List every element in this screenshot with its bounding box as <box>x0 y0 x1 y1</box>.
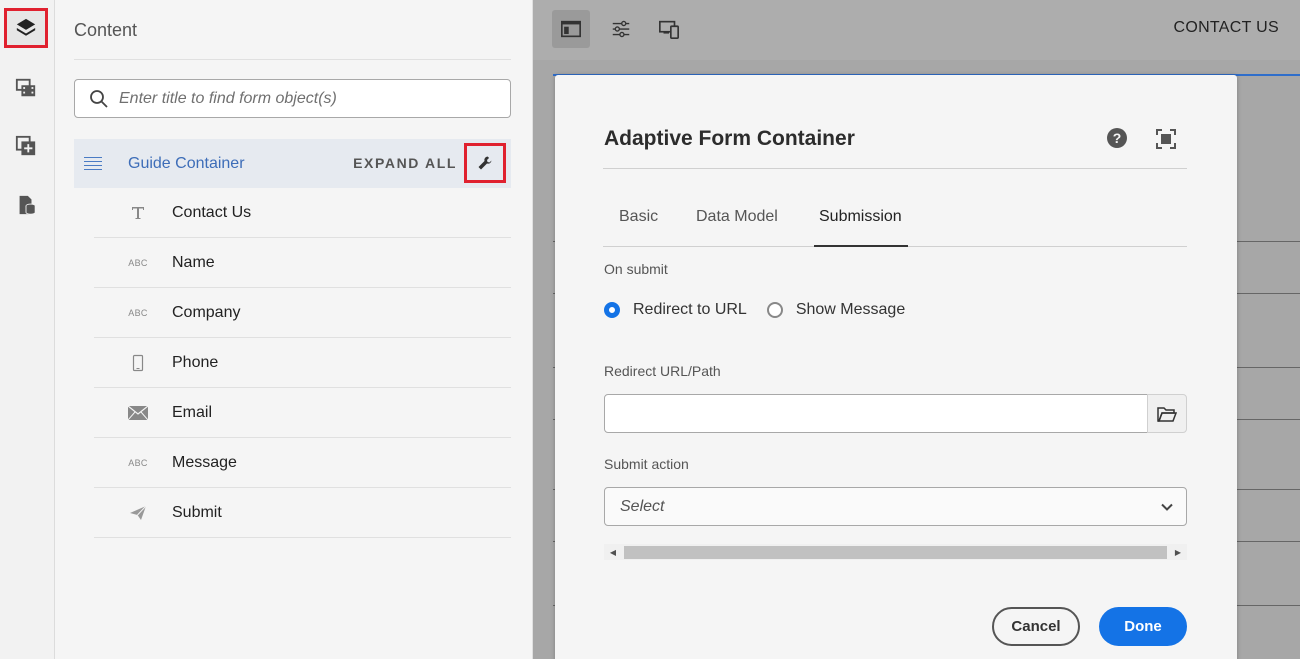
tab-data-model[interactable]: Data Model <box>696 208 778 226</box>
devices-icon <box>659 20 679 39</box>
dialog-title: Adaptive Form Container <box>604 127 855 150</box>
list-icon <box>84 156 102 171</box>
submit-action-label: Submit action <box>604 456 689 472</box>
tree-item-label: Submit <box>172 503 222 521</box>
panel-title: Content <box>74 20 138 40</box>
tab-submission[interactable]: Submission <box>819 208 902 226</box>
search-box[interactable] <box>74 79 511 118</box>
redirect-to-url-radio[interactable] <box>604 302 620 318</box>
data-sources-icon <box>19 195 36 215</box>
help-icon[interactable]: ? <box>1106 127 1128 149</box>
assets-icon <box>15 78 36 97</box>
redirect-url-input[interactable] <box>604 394 1148 433</box>
panel-divider <box>74 59 511 60</box>
toggle-side-panel-button[interactable] <box>552 10 590 48</box>
scrollbar-thumb[interactable] <box>624 546 1167 559</box>
add-component-button[interactable] <box>4 126 48 166</box>
form-object-tree: Contact Us ABC Name ABC Company Phone Em… <box>94 188 511 538</box>
content-panel: Content Guide Container EXPAND ALL Conta… <box>55 0 533 659</box>
page-title: CONTACT US <box>1173 19 1279 36</box>
redirect-url-label: Redirect URL/Path <box>604 363 721 379</box>
redirect-to-url-label[interactable]: Redirect to URL <box>633 301 747 319</box>
tree-item-message[interactable]: ABC Message <box>94 438 511 488</box>
wrench-icon <box>478 156 492 170</box>
search-input[interactable] <box>119 89 479 108</box>
properties-button[interactable] <box>602 10 640 48</box>
abc-icon: ABC <box>128 257 148 268</box>
tree-item-label: Phone <box>172 353 219 371</box>
active-tab-indicator <box>814 245 908 247</box>
horizontal-scrollbar[interactable]: ◀ ▶ <box>604 544 1187 560</box>
tree-item-contact-us[interactable]: Contact Us <box>94 188 511 238</box>
show-message-label[interactable]: Show Message <box>796 301 905 319</box>
data-sources-button[interactable] <box>4 185 48 225</box>
guide-container-row[interactable]: Guide Container EXPAND ALL <box>74 139 511 188</box>
folder-icon <box>1157 406 1177 422</box>
tree-item-label: Contact Us <box>172 203 252 221</box>
expand-all-button[interactable]: EXPAND ALL <box>353 155 457 171</box>
tree-item-email[interactable]: Email <box>94 388 511 438</box>
tab-basic[interactable]: Basic <box>619 208 658 226</box>
layers-button[interactable] <box>4 8 48 48</box>
tree-item-label: Company <box>172 303 241 321</box>
submit-action-value: Select <box>620 497 665 515</box>
search-icon <box>90 89 108 108</box>
on-submit-radio-group: Redirect to URL Show Message <box>604 301 925 319</box>
emulator-button[interactable] <box>650 10 688 48</box>
configure-button[interactable] <box>464 143 506 183</box>
fullscreen-icon[interactable] <box>1155 128 1177 150</box>
show-message-radio[interactable] <box>766 302 783 318</box>
tree-item-label: Message <box>172 453 237 471</box>
sliders-icon <box>612 20 630 38</box>
tree-item-label: Name <box>172 253 215 271</box>
text-icon <box>128 205 148 221</box>
tree-item-name[interactable]: ABC Name <box>94 238 511 288</box>
side-panel-icon <box>561 20 581 38</box>
chevron-down-icon <box>1161 503 1173 511</box>
cancel-button[interactable]: Cancel <box>992 607 1080 646</box>
abc-icon: ABC <box>128 457 148 468</box>
tree-item-phone[interactable]: Phone <box>94 338 511 388</box>
left-rail <box>0 0 55 659</box>
email-icon <box>128 405 148 420</box>
adaptive-form-container-dialog: Adaptive Form Container ? Basic Data Mod… <box>555 75 1237 659</box>
on-submit-label: On submit <box>604 261 668 277</box>
dialog-tabs: Basic Data Model Submission <box>603 195 1187 247</box>
tree-item-submit[interactable]: Submit <box>94 488 511 538</box>
done-button[interactable]: Done <box>1099 607 1187 646</box>
browse-button[interactable] <box>1147 394 1187 433</box>
tree-item-label: Email <box>172 403 213 421</box>
scroll-left-icon[interactable]: ◀ <box>607 546 619 558</box>
add-component-icon <box>15 135 36 156</box>
scroll-right-icon[interactable]: ▶ <box>1172 546 1184 558</box>
layers-icon <box>16 18 36 36</box>
send-icon <box>128 505 148 521</box>
guide-container-label: Guide Container <box>128 154 245 172</box>
abc-icon: ABC <box>128 307 148 318</box>
tree-item-company[interactable]: ABC Company <box>94 288 511 338</box>
svg-text:?: ? <box>1113 130 1122 146</box>
dialog-divider <box>603 168 1187 169</box>
editor-toolbar: CONTACT US <box>533 0 1300 60</box>
submit-action-select[interactable]: Select <box>604 487 1187 526</box>
assets-button[interactable] <box>4 68 48 108</box>
phone-icon <box>128 354 148 372</box>
